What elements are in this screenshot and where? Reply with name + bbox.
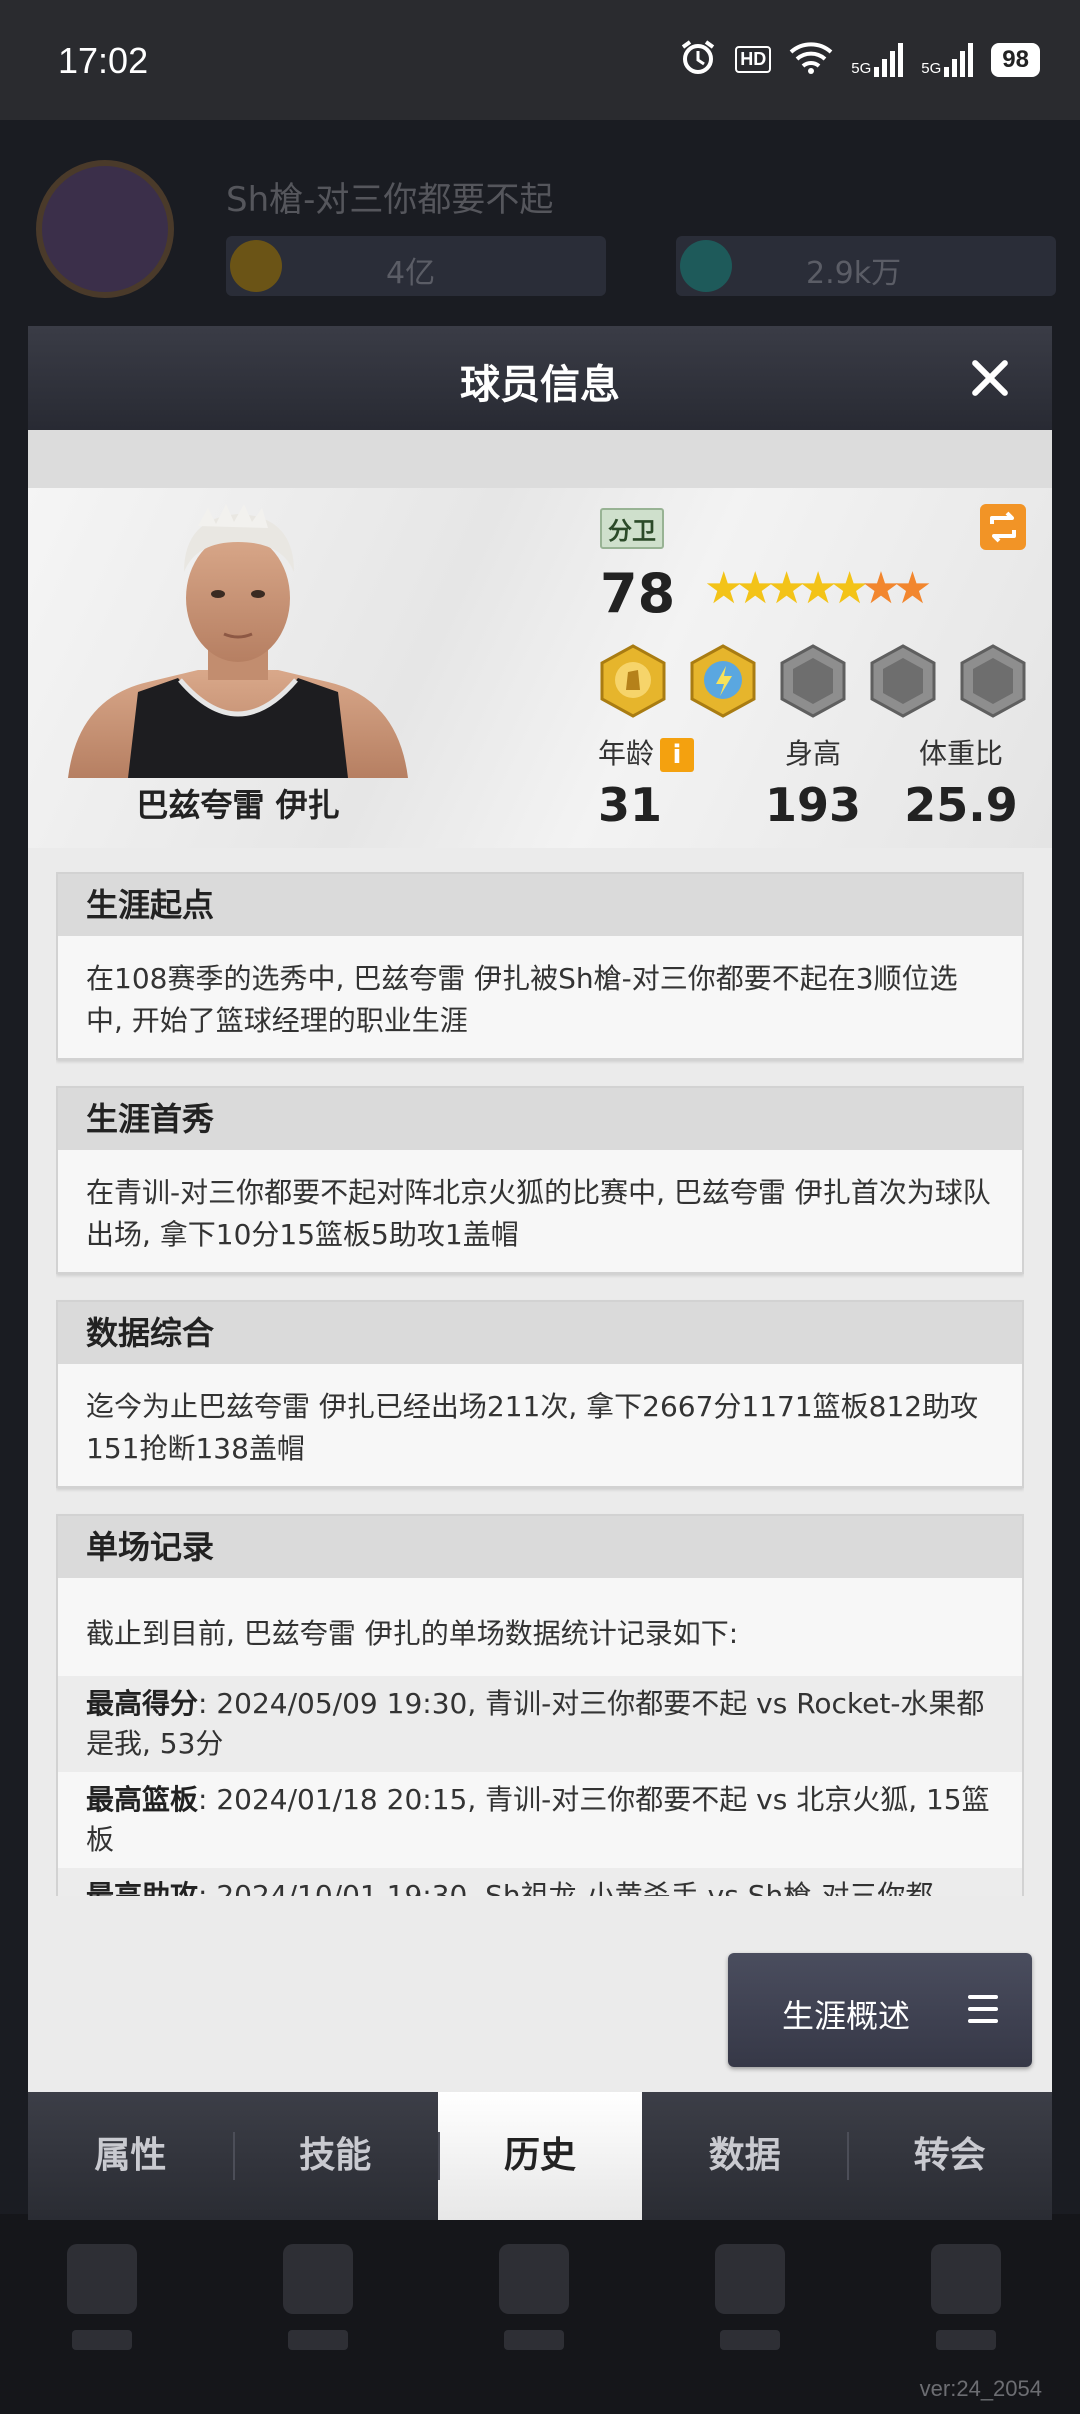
wifi-icon bbox=[789, 40, 833, 79]
nav-item bbox=[62, 2244, 142, 2364]
hd-icon: HD bbox=[735, 46, 772, 73]
diamond-currency-bar: 2.9k万 bbox=[676, 236, 1056, 296]
team-logo bbox=[36, 160, 174, 298]
diamond-amount: 2.9k万 bbox=[806, 256, 902, 291]
tab-history[interactable]: 历史 bbox=[437, 2092, 643, 2220]
menu-icon bbox=[968, 1995, 998, 2023]
age-value: 31 bbox=[598, 778, 663, 832]
single-game-records-section: 单场记录 截止到目前, 巴兹夸雷 伊扎的单场数据统计记录如下: 最高得分: 20… bbox=[56, 1514, 1024, 1896]
age-stat: 年龄 i 31 bbox=[598, 732, 695, 832]
gold-amount: 4亿 bbox=[386, 256, 436, 291]
tab-skills[interactable]: 技能 bbox=[232, 2092, 438, 2220]
blue-skill-badge-icon[interactable] bbox=[688, 644, 758, 718]
player-portrait bbox=[68, 504, 408, 778]
height-label: 身高 bbox=[784, 737, 841, 770]
weight-ratio-value: 25.9 bbox=[904, 778, 1018, 832]
nav-item bbox=[710, 2244, 790, 2364]
nav-item bbox=[494, 2244, 574, 2364]
tab-transfer[interactable]: 转会 bbox=[847, 2092, 1052, 2220]
close-button[interactable] bbox=[968, 356, 1012, 400]
status-bar: 17:02 HD 5G 5G 98 bbox=[0, 0, 1080, 120]
records-intro: 截止到目前, 巴兹夸雷 伊扎的单场数据统计记录如下: bbox=[86, 1617, 739, 1650]
section-text: 迄今为止巴兹夸雷 伊扎已经出场211次, 拿下2667分1171篮板812助攻1… bbox=[86, 1390, 979, 1465]
nav-item bbox=[278, 2244, 358, 2364]
team-name: Sh槍-对三你都要不起 bbox=[226, 180, 554, 220]
career-debut-section: 生涯首秀 在青训-对三你都要不起对阵北京火狐的比赛中, 巴兹夸雷 伊扎首次为球队… bbox=[56, 1086, 1024, 1274]
locked-skill-badge-icon[interactable] bbox=[778, 644, 848, 718]
height-value: 193 bbox=[764, 778, 862, 832]
section-text: 在青训-对三你都要不起对阵北京火狐的比赛中, 巴兹夸雷 伊扎首次为球队出场, 拿… bbox=[86, 1176, 991, 1251]
nav-item bbox=[926, 2244, 1006, 2364]
skill-badges bbox=[598, 644, 1028, 718]
tab-attributes[interactable]: 属性 bbox=[28, 2092, 233, 2220]
record-row: 最高篮板: 2024/01/18 20:15, 青训-对三你都要不起 vs 北京… bbox=[58, 1772, 1022, 1868]
record-text: : 2024/01/18 20:15, 青训-对三你都要不起 vs 北京火狐, … bbox=[86, 1783, 990, 1856]
section-title: 生涯起点 bbox=[58, 874, 1022, 936]
bottom-navigation bbox=[0, 2214, 1080, 2414]
info-icon[interactable]: i bbox=[660, 738, 695, 772]
section-text: 在108赛季的选秀中, 巴兹夸雷 伊扎被Sh槍-对三你都要不起在3顺位选中, 开… bbox=[86, 962, 958, 1037]
career-summary-label: 生涯概述 bbox=[782, 1997, 911, 2035]
player-name: 巴兹夸雷 伊扎 bbox=[136, 786, 340, 824]
overall-rating: 78 bbox=[600, 562, 676, 625]
weight-ratio-label: 体重比 bbox=[918, 737, 1003, 770]
alarm-icon bbox=[679, 38, 717, 81]
gold-skill-badge-icon[interactable] bbox=[598, 644, 668, 718]
weight-ratio-stat: 体重比 25.9 bbox=[896, 732, 1026, 832]
modal-subheader bbox=[28, 430, 1052, 488]
player-info-modal: 球员信息 巴兹夸雷 伊扎 分卫 78 ★ ★ ★ ★ ★ ★ ★ 年龄 i 31… bbox=[28, 326, 1052, 2220]
career-start-section: 生涯起点 在108赛季的选秀中, 巴兹夸雷 伊扎被Sh槍-对三你都要不起在3顺位… bbox=[56, 872, 1024, 1060]
tab-stats[interactable]: 数据 bbox=[642, 2092, 847, 2220]
age-label: 年龄 bbox=[598, 737, 655, 770]
version-label: ver:24_2054 bbox=[919, 2376, 1042, 2401]
section-title: 单场记录 bbox=[58, 1516, 1022, 1578]
record-label: 最高助攻 bbox=[86, 1879, 199, 1896]
player-info-tabs: 属性 技能 历史 数据 转会 bbox=[28, 2092, 1052, 2220]
record-row: 最高得分: 2024/05/09 19:30, 青训-对三你都要不起 vs Ro… bbox=[58, 1676, 1022, 1772]
height-stat: 身高 193 bbox=[748, 732, 878, 832]
section-title: 数据综合 bbox=[58, 1302, 1022, 1364]
diamond-icon bbox=[680, 240, 732, 292]
star-icon: ★ bbox=[892, 563, 933, 614]
section-title: 生涯首秀 bbox=[58, 1088, 1022, 1150]
career-summary-button[interactable]: 生涯概述 bbox=[728, 1953, 1032, 2067]
record-text: : 2024/05/09 19:30, 青训-对三你都要不起 vs Rocket… bbox=[86, 1687, 985, 1760]
record-row: 最高助攻: 2024/10/01 19:30, Sh祖龙-小黄杀手 vs Sh槍… bbox=[58, 1868, 1022, 1896]
locked-skill-badge-icon[interactable] bbox=[868, 644, 938, 718]
career-totals-section: 数据综合 迄今为止巴兹夸雷 伊扎已经出场211次, 拿下2667分1171篮板8… bbox=[56, 1300, 1024, 1488]
star-rating: ★ ★ ★ ★ ★ ★ ★ bbox=[704, 564, 932, 614]
gold-currency-bar: 4亿 bbox=[226, 236, 606, 296]
signal-icon: 5G bbox=[921, 42, 974, 77]
modal-header: 球员信息 bbox=[28, 326, 1052, 430]
signal-icon: 5G bbox=[851, 42, 904, 77]
status-icons: HD 5G 5G 98 bbox=[679, 38, 1040, 81]
record-label: 最高篮板 bbox=[86, 1783, 199, 1816]
record-label: 最高得分 bbox=[86, 1687, 199, 1720]
record-text: : 2024/10/01 19:30, Sh祖龙-小黄杀手 vs Sh槍-对三你… bbox=[198, 1879, 934, 1896]
player-card: 巴兹夸雷 伊扎 分卫 78 ★ ★ ★ ★ ★ ★ ★ 年龄 i 31 身高 1… bbox=[28, 488, 1052, 848]
battery-icon: 98 bbox=[991, 42, 1040, 77]
status-time: 17:02 bbox=[58, 40, 149, 81]
refresh-icon bbox=[990, 511, 1016, 543]
swap-button[interactable] bbox=[980, 504, 1026, 550]
locked-skill-badge-icon[interactable] bbox=[958, 644, 1028, 718]
coin-icon bbox=[230, 240, 282, 292]
position-badge: 分卫 bbox=[600, 508, 664, 549]
modal-title: 球员信息 bbox=[460, 362, 620, 408]
history-scroll-area[interactable]: 生涯起点 在108赛季的选秀中, 巴兹夸雷 伊扎被Sh槍-对三你都要不起在3顺位… bbox=[56, 872, 1024, 1896]
